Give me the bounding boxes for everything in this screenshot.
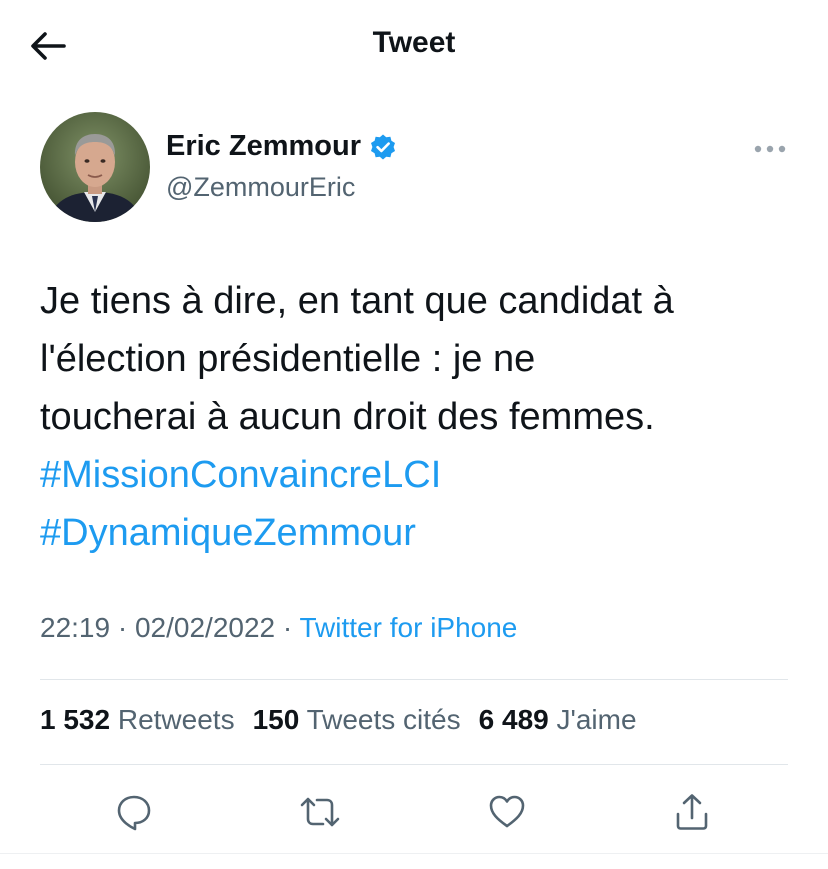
likes-count: 6 489 [478, 704, 549, 735]
divider [0, 853, 828, 854]
retweets-stat[interactable]: 1 532 Retweets [40, 704, 235, 736]
avatar[interactable] [40, 112, 150, 222]
hashtag-link[interactable]: #MissionConvaincreLCI [40, 446, 800, 504]
tweet-date: 02/02/2022 [134, 612, 276, 643]
likes-label: J'aime [556, 704, 637, 735]
tweet-text: Je tiens à dire, en tant que candidat à … [40, 272, 800, 562]
tweet-time: 22:19 [40, 612, 111, 643]
quote-tweets-stat[interactable]: 150 Tweets cités [253, 704, 461, 736]
retweet-button[interactable] [294, 786, 346, 838]
quote-tweets-count: 150 [252, 704, 300, 735]
likes-stat[interactable]: 6 489 J'aime [479, 704, 637, 736]
tweet-meta: 22:19 · 02/02/2022 · Twitter for iPhone [40, 612, 517, 644]
verified-badge-icon [371, 134, 395, 159]
more-horizontal-icon [754, 145, 786, 153]
meta-separator: · [117, 612, 128, 643]
hashtag-link[interactable]: #DynamiqueZemmour [40, 504, 800, 562]
retweet-icon [300, 797, 340, 827]
page-title: Tweet [372, 26, 456, 59]
reply-icon [117, 795, 151, 831]
divider [40, 679, 788, 680]
quote-tweets-label: Tweets cités [306, 704, 461, 735]
share-icon [676, 794, 708, 830]
more-options-button[interactable] [748, 134, 792, 164]
tweet-text-line: Je tiens à dire, en tant que candidat à [40, 280, 674, 322]
tweet-text-line: toucherai à aucun droit des femmes. [40, 396, 655, 438]
author-name-row[interactable]: Eric Zemmour [166, 130, 397, 163]
share-button[interactable] [666, 786, 718, 838]
tweet-source-link[interactable]: Twitter for iPhone [300, 612, 518, 643]
meta-separator: · [282, 612, 293, 643]
retweets-count: 1 532 [40, 704, 111, 735]
retweets-label: Retweets [117, 704, 235, 735]
like-icon [489, 795, 525, 828]
avatar-image [40, 112, 150, 222]
top-bar: Tweet [0, 0, 828, 92]
author-name: Eric Zemmour [166, 130, 361, 162]
tweet-actions [0, 786, 828, 838]
tweet-text-line: l'élection présidentielle : je ne [40, 338, 536, 380]
reply-button[interactable] [108, 786, 160, 838]
tweet-stats: 1 532 Retweets 150 Tweets cités 6 489 J'… [40, 704, 655, 736]
author-handle[interactable]: @ZemmourEric [166, 172, 355, 203]
divider [40, 764, 788, 765]
like-button[interactable] [481, 786, 533, 838]
